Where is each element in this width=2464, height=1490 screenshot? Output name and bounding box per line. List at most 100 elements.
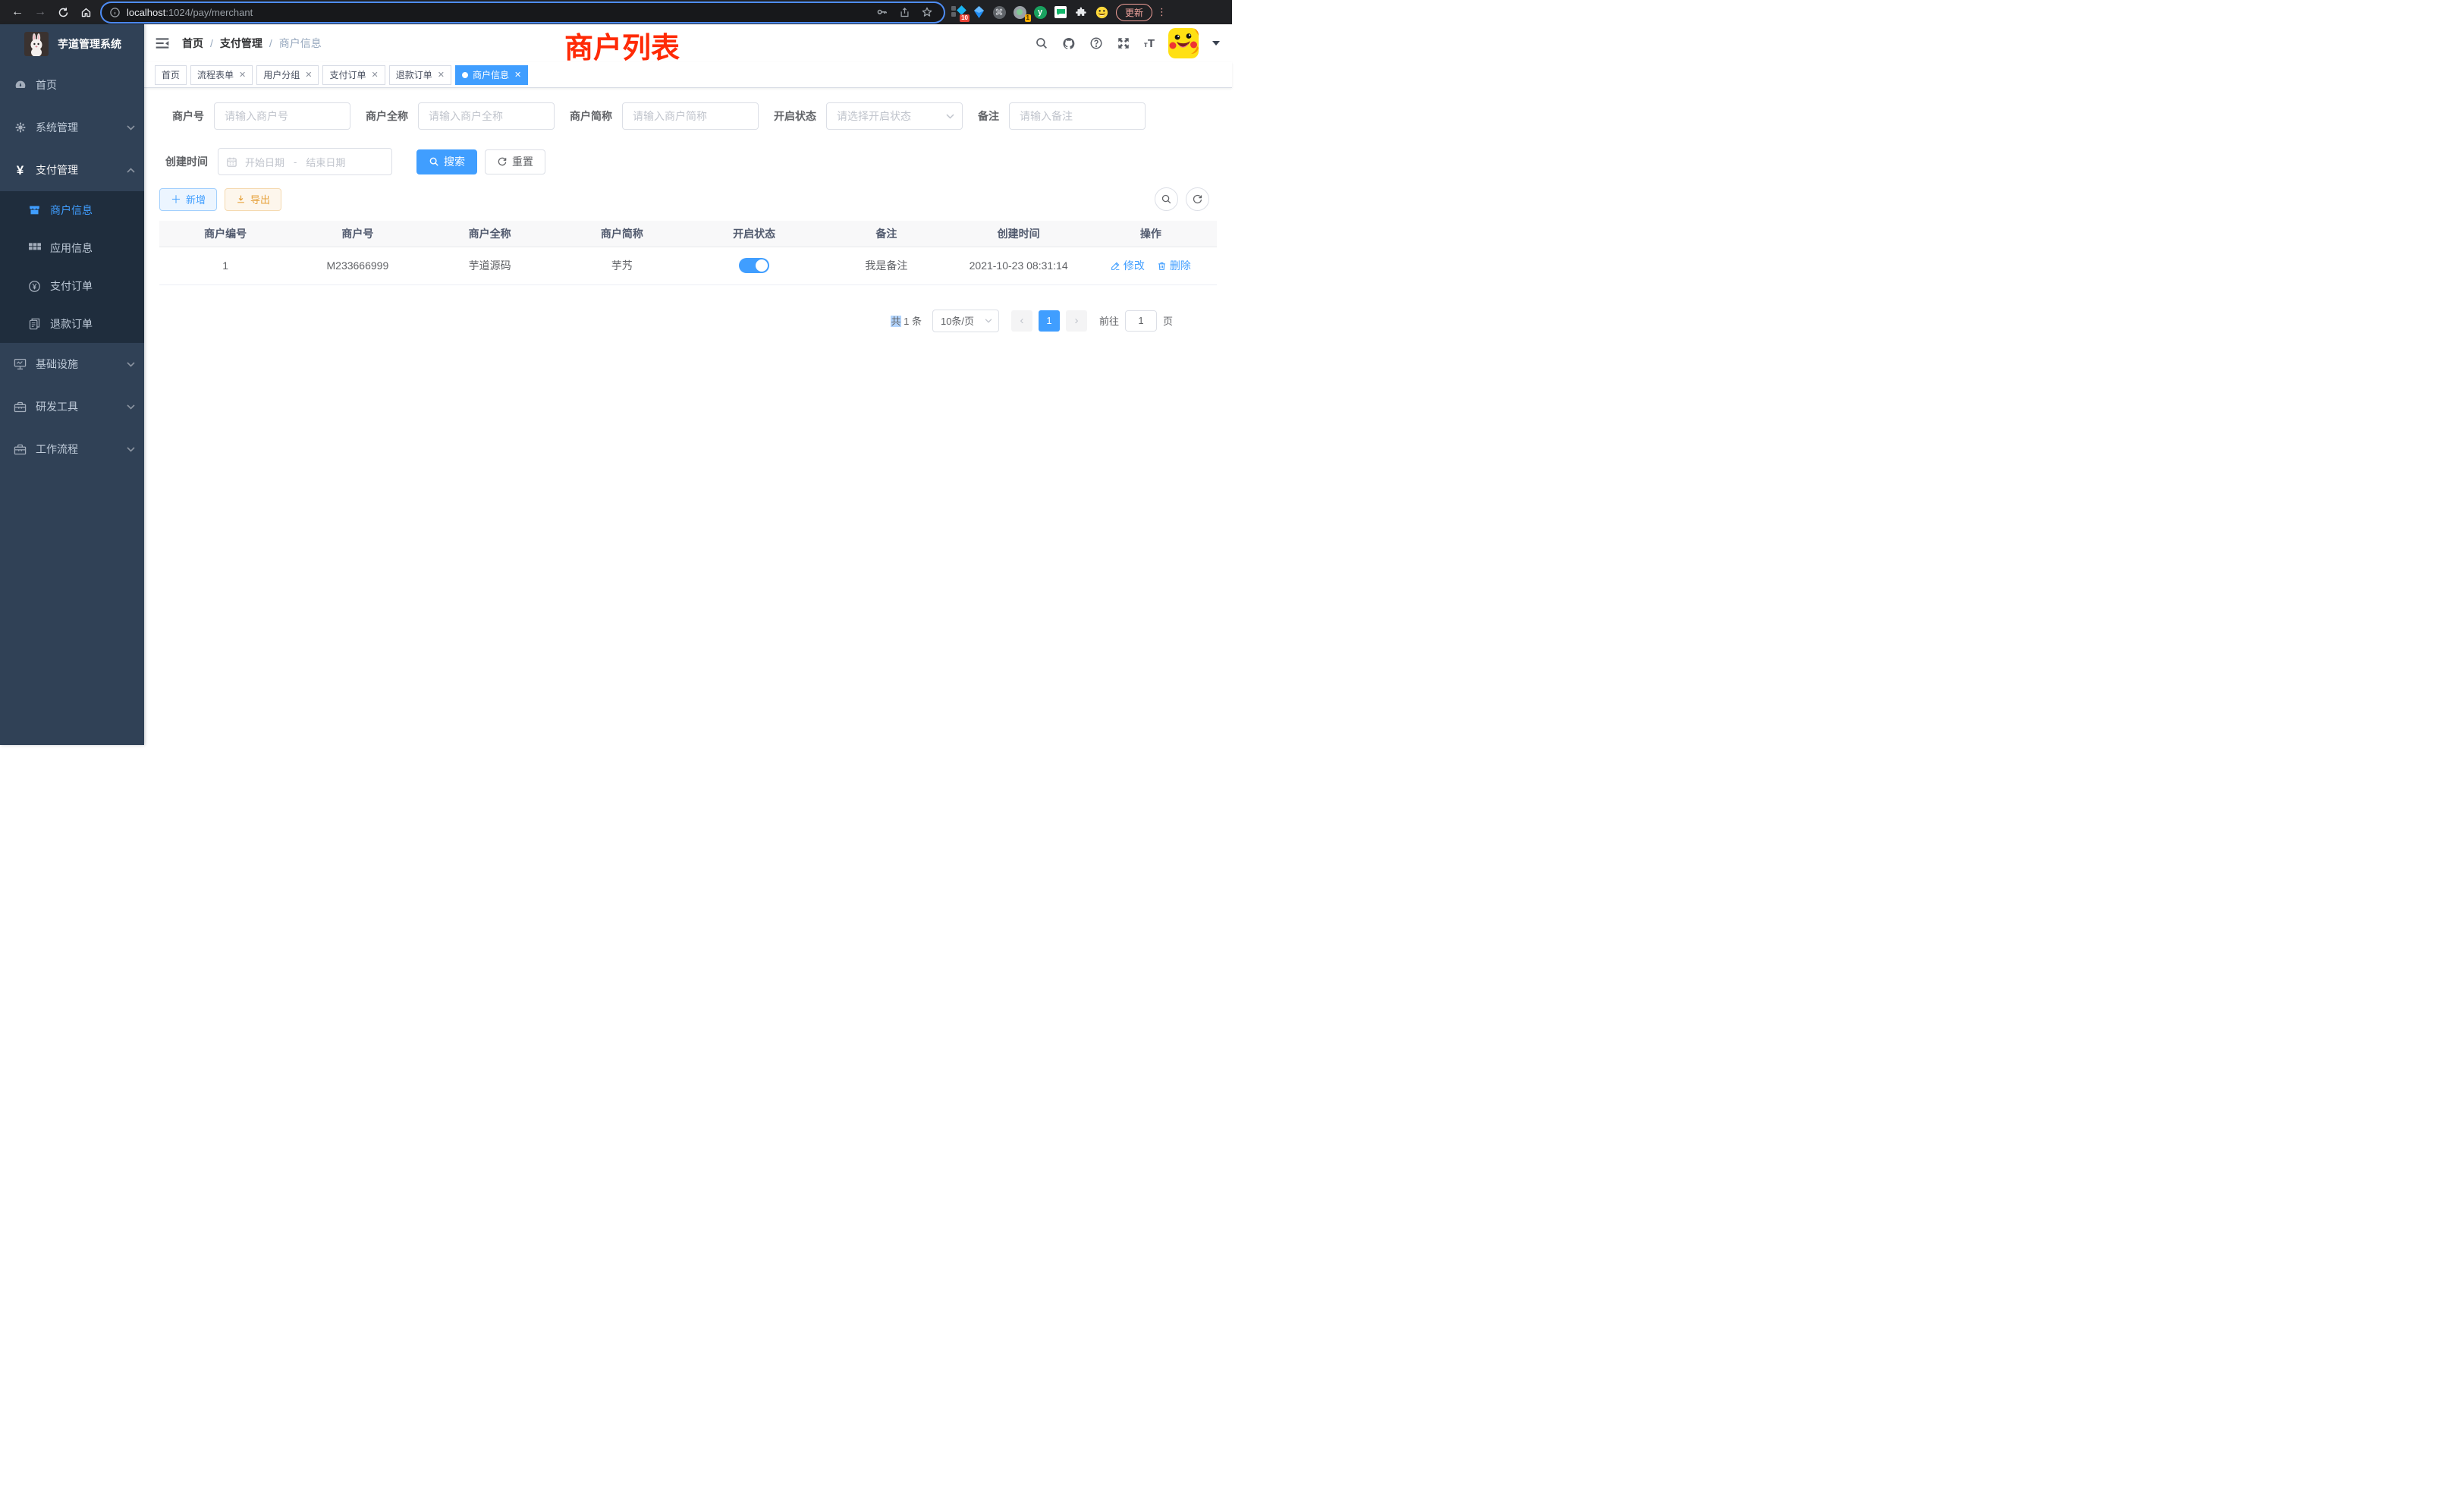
site-info-icon[interactable] xyxy=(109,7,121,18)
merchant-no-input[interactable] xyxy=(214,102,350,130)
github-icon[interactable] xyxy=(1062,36,1076,50)
yen-icon: ¥ xyxy=(14,164,27,177)
sidebar-item-workflow[interactable]: 工作流程 xyxy=(0,428,144,470)
remark-label: 备注 xyxy=(978,108,999,124)
tags-view-bar: 首页 流程表单✕ 用户分组✕ 支付订单✕ 退款订单✕ 商户信息✕ xyxy=(144,62,1232,88)
trash-icon xyxy=(1157,261,1167,271)
toolbox-icon xyxy=(14,443,27,456)
status-select[interactable]: 请选择开启状态 xyxy=(826,102,963,130)
next-page-button[interactable]: › xyxy=(1066,310,1087,332)
merchant-no-label: 商户号 xyxy=(172,108,204,124)
prev-page-button[interactable]: ‹ xyxy=(1011,310,1032,332)
extension-status-icon[interactable]: 1 xyxy=(1013,5,1026,19)
close-icon[interactable]: ✕ xyxy=(514,70,521,80)
cell-status xyxy=(688,247,820,284)
address-bar[interactable]: localhost:1024/pay/merchant xyxy=(102,3,944,22)
sidebar-item-app-info[interactable]: 应用信息 xyxy=(0,229,144,267)
extension-emoji-icon[interactable] xyxy=(1095,5,1108,19)
extension-yudao-icon[interactable]: y xyxy=(1033,5,1047,19)
close-icon[interactable]: ✕ xyxy=(305,70,312,80)
chevron-down-icon xyxy=(127,404,135,410)
annotation-title: 商户列表 xyxy=(564,24,680,66)
font-size-icon[interactable]: тT xyxy=(1144,37,1155,50)
sidebar-item-dev-tools[interactable]: 研发工具 xyxy=(0,385,144,428)
search-button[interactable]: 搜索 xyxy=(416,149,477,174)
tab-process-form[interactable]: 流程表单✕ xyxy=(190,65,253,85)
extension-command-icon[interactable]: ⌘ xyxy=(992,5,1006,19)
page-size-select[interactable]: 10条/页 xyxy=(932,310,999,332)
show-search-toggle-button[interactable] xyxy=(1155,187,1178,211)
fullscreen-icon[interactable] xyxy=(1117,36,1130,50)
sidebar-item-pay-order[interactable]: 支付订单 xyxy=(0,267,144,305)
chevron-up-icon xyxy=(127,168,135,173)
merchant-table: 商户编号 商户号 商户全称 商户简称 开启状态 备注 创建时间 操作 1 M23… xyxy=(159,221,1217,285)
table-toolbar: ＋ 新增 导出 xyxy=(159,187,1217,211)
page-number-1[interactable]: 1 xyxy=(1039,310,1060,332)
create-time-range-picker[interactable]: 开始日期 - 结束日期 xyxy=(218,148,392,175)
filter-row-2: 创建时间 开始日期 - 结束日期 搜索 重置 xyxy=(159,148,1217,175)
extension-kite-icon[interactable] xyxy=(972,5,985,19)
avatar-caret-icon[interactable] xyxy=(1212,41,1220,46)
full-name-input[interactable] xyxy=(418,102,555,130)
close-icon[interactable]: ✕ xyxy=(438,70,445,80)
tab-pay-order[interactable]: 支付订单✕ xyxy=(322,65,385,85)
extension-puzzle-icon[interactable] xyxy=(1074,5,1088,19)
user-avatar[interactable] xyxy=(1168,28,1199,58)
export-button[interactable]: 导出 xyxy=(225,188,281,211)
reset-button[interactable]: 重置 xyxy=(485,149,545,174)
plus-icon: ＋ xyxy=(171,194,181,205)
close-icon[interactable]: ✕ xyxy=(372,70,379,80)
close-icon[interactable]: ✕ xyxy=(239,70,246,80)
goto-label: 前往 xyxy=(1099,313,1119,328)
col-merchant-id: 商户编号 xyxy=(159,221,291,247)
browser-reload-icon[interactable] xyxy=(52,3,74,21)
breadcrumb-pay[interactable]: 支付管理 xyxy=(220,36,262,51)
status-toggle[interactable] xyxy=(739,258,769,273)
search-icon xyxy=(429,156,439,167)
share-icon[interactable] xyxy=(899,7,910,18)
bookmark-star-icon[interactable] xyxy=(921,6,933,18)
breadcrumb-current: 商户信息 xyxy=(279,36,322,51)
extension-chat-icon[interactable] xyxy=(1054,5,1067,19)
delete-link[interactable]: 删除 xyxy=(1157,258,1191,273)
dashboard-icon xyxy=(14,79,27,92)
cell-merchant-id: 1 xyxy=(159,247,291,284)
tab-home[interactable]: 首页 xyxy=(155,65,187,85)
extension-tabs-icon[interactable]: 10 xyxy=(951,5,965,19)
app-logo-row[interactable]: 芋道管理系统 xyxy=(0,24,144,64)
tab-refund-order[interactable]: 退款订单✕ xyxy=(389,65,451,85)
sidebar-item-pay[interactable]: ¥ 支付管理 xyxy=(0,149,144,191)
pagination: 共 1 条 10条/页 ‹ 1 › 前往 页 xyxy=(159,310,1217,332)
sidebar-item-system[interactable]: 系统管理 xyxy=(0,106,144,149)
browser-home-icon[interactable] xyxy=(74,3,97,21)
edit-link[interactable]: 修改 xyxy=(1111,258,1145,273)
refresh-table-button[interactable] xyxy=(1186,187,1209,211)
sidebar-item-refund-order[interactable]: 退款订单 xyxy=(0,305,144,343)
breadcrumb-home[interactable]: 首页 xyxy=(182,36,203,51)
sidebar-item-home[interactable]: 首页 xyxy=(0,64,144,106)
tab-user-group[interactable]: 用户分组✕ xyxy=(256,65,319,85)
remark-input[interactable] xyxy=(1009,102,1146,130)
url-text[interactable]: localhost:1024/pay/merchant xyxy=(127,7,875,18)
search-icon[interactable] xyxy=(1035,36,1048,50)
app-title: 芋道管理系统 xyxy=(58,36,121,52)
status-label: 开启状态 xyxy=(774,108,816,124)
help-icon[interactable] xyxy=(1089,36,1103,50)
top-navbar: 首页 / 支付管理 / 商户信息 тT xyxy=(144,24,1232,62)
goto-page-input[interactable] xyxy=(1125,310,1157,332)
cell-short-name: 芋艿 xyxy=(556,247,688,284)
short-name-input[interactable] xyxy=(622,102,759,130)
browser-forward-icon[interactable]: → xyxy=(29,3,52,21)
hamburger-icon[interactable] xyxy=(155,36,170,51)
sidebar-item-infra[interactable]: 基础设施 xyxy=(0,343,144,385)
add-button[interactable]: ＋ 新增 xyxy=(159,188,217,211)
password-key-icon[interactable] xyxy=(875,6,888,19)
col-remark: 备注 xyxy=(820,221,952,247)
chrome-update-button[interactable]: 更新 xyxy=(1116,4,1152,21)
tab-merchant-info[interactable]: 商户信息✕ xyxy=(455,65,528,85)
full-name-label: 商户全称 xyxy=(366,108,408,124)
browser-back-icon[interactable]: ← xyxy=(6,3,29,21)
browser-menu-icon[interactable]: ⋮ xyxy=(1157,6,1164,18)
sidebar-item-merchant-info[interactable]: 商户信息 xyxy=(0,191,144,229)
document-icon xyxy=(28,318,41,331)
